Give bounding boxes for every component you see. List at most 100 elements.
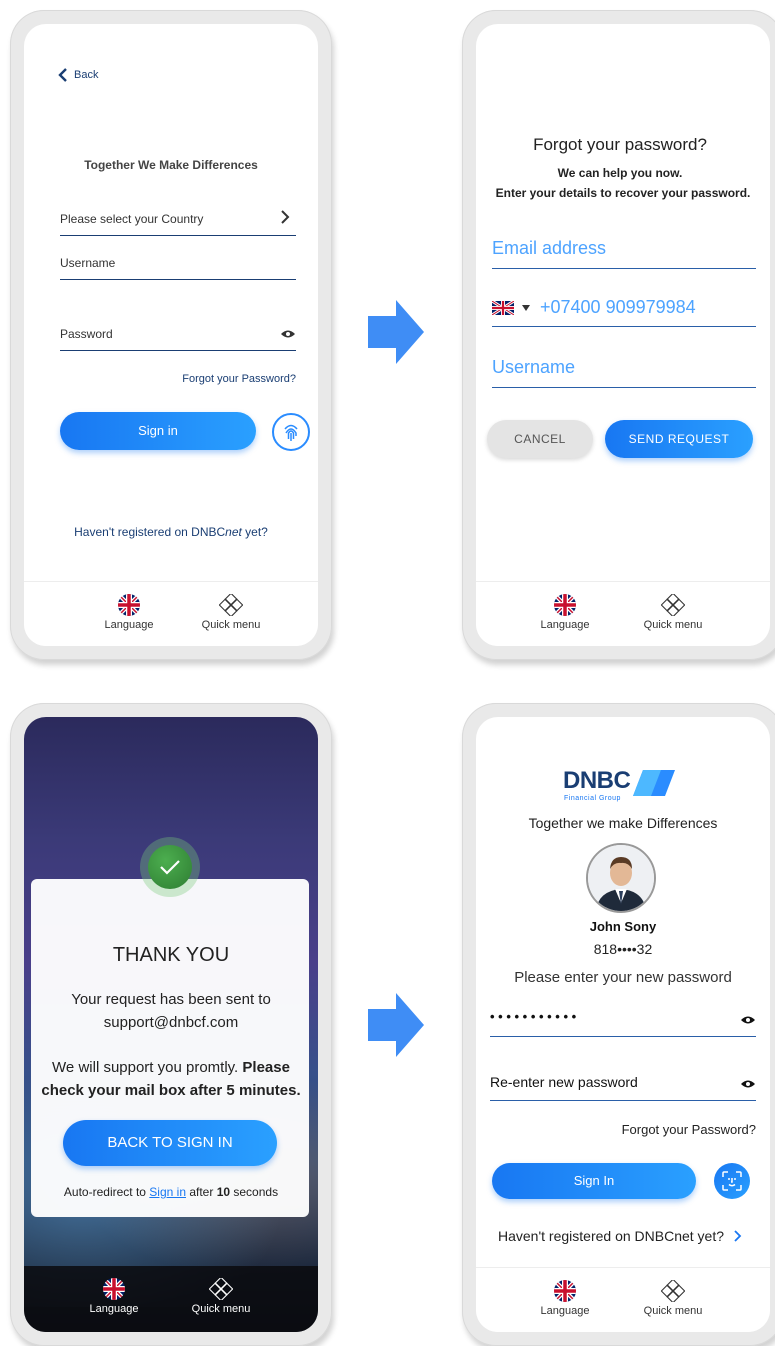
dnbc-logo: DNBC Financial Group	[563, 767, 693, 807]
tagline: Together We Make Differences	[84, 158, 258, 172]
username-underline	[492, 387, 756, 388]
phone-field[interactable]: +07400 909979984	[540, 297, 696, 318]
language-button[interactable]: Language	[520, 594, 610, 631]
email-underline	[492, 268, 756, 269]
quick-menu-button[interactable]: Quick menu	[176, 1278, 266, 1315]
new-password-prompt: Please enter your new password	[514, 969, 732, 986]
eye-icon[interactable]	[740, 1079, 756, 1089]
eye-icon[interactable]	[740, 1015, 756, 1025]
forgot-password-link[interactable]: Forgot your Password?	[182, 373, 296, 385]
forgot-subtitle-2: Enter your details to recover your passw…	[495, 186, 751, 200]
language-button[interactable]: Language	[520, 1280, 610, 1317]
register-text: Haven't registered on DNBCnet yet?	[498, 1228, 725, 1244]
support-promise-bold: Please	[242, 1059, 290, 1076]
phone-frame-new-password: DNBC Financial Group Together we make Di…	[462, 703, 775, 1346]
password-underline	[60, 350, 296, 351]
fingerprint-icon	[284, 424, 298, 441]
thank-you-card	[31, 879, 309, 1217]
flow-arrow-icon	[368, 993, 424, 1057]
password-field[interactable]: Password	[60, 327, 113, 341]
username-field[interactable]: Username	[492, 357, 575, 378]
phone-underline	[492, 326, 756, 327]
register-suffix: yet?	[241, 525, 268, 539]
register-link[interactable]: Haven't registered on DNBCnet yet?	[498, 1228, 742, 1244]
uk-flag-icon	[554, 1280, 576, 1302]
face-id-button[interactable]	[714, 1163, 750, 1199]
uk-flag-icon	[103, 1278, 125, 1300]
user-portrait-icon	[588, 845, 654, 911]
back-button[interactable]: Back	[58, 68, 98, 82]
redirect-prefix: Auto-redirect to	[63, 1185, 150, 1199]
new-password-field[interactable]: • • • • • • • • • • •	[490, 1009, 576, 1024]
username-underline	[60, 279, 296, 280]
check-circle-icon	[148, 845, 192, 889]
uk-flag-icon	[118, 594, 140, 616]
sign-in-button[interactable]: Sign In	[492, 1163, 696, 1199]
phone-frame-thank-you: THANK YOU Your request has been sent to …	[10, 703, 332, 1346]
forgot-title: Forgot your password?	[533, 135, 707, 154]
quick-menu-button[interactable]: Quick menu	[628, 1280, 718, 1317]
support-promise-text: We will support you promtly.	[52, 1059, 239, 1076]
support-email: support@dnbcf.com	[103, 1014, 239, 1031]
quick-menu-icon	[219, 594, 243, 616]
chevron-right-icon	[281, 210, 290, 224]
register-link[interactable]: Haven't registered on DNBCnet yet?	[24, 525, 318, 539]
account-number: 818••••32	[593, 941, 653, 957]
check-mailbox-line: check your mail box after 5 minutes.	[41, 1082, 301, 1099]
redirect-seconds: 10	[216, 1185, 231, 1199]
redirect-mid: after	[186, 1185, 217, 1199]
thank-you-title: THANK YOU	[112, 944, 230, 966]
quick-menu-label: Quick menu	[643, 1305, 703, 1317]
bottom-bar: Language Quick menu	[476, 1267, 770, 1332]
forgot-password-screen: Forgot your password? We can help you no…	[476, 24, 770, 646]
tagline: Together we make Differences	[528, 815, 718, 831]
checkmark-icon	[160, 860, 180, 875]
quick-menu-label: Quick menu	[201, 619, 261, 631]
quick-menu-label: Quick menu	[643, 619, 703, 631]
language-button[interactable]: Language	[69, 1278, 159, 1315]
quick-menu-label: Quick menu	[191, 1303, 251, 1315]
country-code-select[interactable]	[492, 301, 530, 315]
country-select-label: Please select your Country	[60, 212, 204, 226]
send-request-button[interactable]: SEND REQUEST	[605, 420, 753, 458]
new-password-underline	[490, 1036, 756, 1037]
cancel-button[interactable]: CANCEL	[487, 420, 593, 458]
reenter-password-underline	[490, 1100, 756, 1101]
language-label: Language	[104, 619, 154, 631]
logo-mark-icon	[633, 770, 675, 796]
chevron-left-icon	[58, 68, 67, 82]
auto-redirect-text: Auto-redirect to Sign in after 10 second…	[24, 1185, 318, 1199]
language-button[interactable]: Language	[84, 594, 174, 631]
quick-menu-icon	[661, 594, 685, 616]
support-promise-line: We will support you promtly. Please	[24, 1059, 318, 1076]
back-label: Back	[74, 69, 99, 81]
new-password-screen: DNBC Financial Group Together we make Di…	[476, 717, 770, 1332]
quick-menu-icon	[661, 1280, 685, 1302]
sign-in-button[interactable]: Sign in	[60, 412, 256, 450]
reenter-password-field[interactable]: Re-enter new password	[490, 1074, 638, 1090]
fingerprint-button[interactable]	[272, 413, 310, 451]
login-screen: Back Together We Make Differences Please…	[24, 24, 318, 646]
logo-subtext: Financial Group	[564, 795, 621, 802]
country-select[interactable]: Please select your Country	[60, 210, 296, 238]
logo-text: DNBC	[563, 767, 631, 794]
eye-icon[interactable]	[280, 329, 296, 339]
email-field[interactable]: Email address	[492, 238, 606, 259]
language-label: Language	[540, 619, 590, 631]
sign-in-link[interactable]: Sign in	[149, 1185, 186, 1199]
quick-menu-icon	[209, 1278, 233, 1300]
register-prefix: Haven't registered on DNBC	[74, 525, 226, 539]
register-em: net	[225, 525, 242, 539]
quick-menu-button[interactable]: Quick menu	[186, 594, 276, 631]
back-to-sign-in-button[interactable]: BACK TO SIGN IN	[63, 1120, 277, 1166]
uk-flag-icon	[492, 301, 514, 315]
uk-flag-icon	[554, 594, 576, 616]
phone-frame-forgot: Forgot your password? We can help you no…	[462, 10, 775, 660]
chevron-right-icon	[734, 1230, 742, 1242]
forgot-password-link[interactable]: Forgot your Password?	[622, 1122, 756, 1137]
bottom-bar: Language Quick menu	[476, 581, 770, 646]
quick-menu-button[interactable]: Quick menu	[628, 594, 718, 631]
username-field[interactable]: Username	[60, 256, 115, 270]
thank-you-screen: THANK YOU Your request has been sent to …	[24, 717, 318, 1332]
redirect-suffix: seconds	[230, 1185, 279, 1199]
